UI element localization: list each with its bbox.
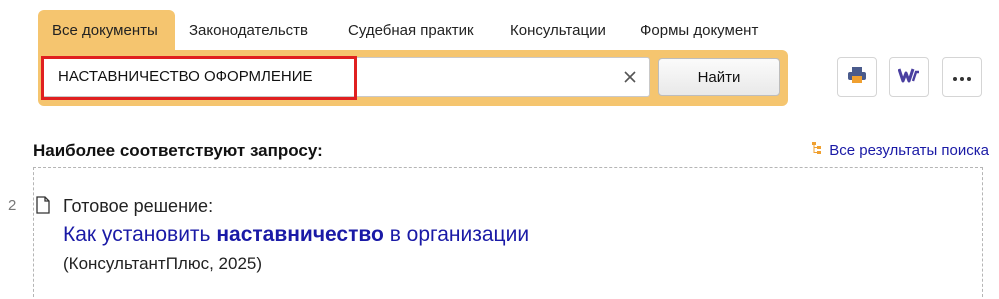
tree-list-icon xyxy=(811,141,825,159)
clear-icon[interactable] xyxy=(619,66,641,88)
tab-legislation[interactable]: Законодательств xyxy=(189,10,327,50)
search-panel: НАСТАВНИЧЕСТВО ОФОРМЛЕНИЕ Найти xyxy=(38,50,788,106)
result-number: 2 xyxy=(8,197,17,214)
result-kind: Готовое решение: xyxy=(63,196,214,216)
word-export-button[interactable] xyxy=(889,57,929,97)
tab-court-practice[interactable]: Судебная практик xyxy=(348,10,496,50)
print-button[interactable] xyxy=(837,57,877,97)
tab-all-documents[interactable]: Все документы xyxy=(38,10,175,50)
tab-consultations[interactable]: Консультации xyxy=(510,10,620,50)
all-results-label: Все результаты поиска xyxy=(829,141,989,159)
find-button[interactable]: Найти xyxy=(658,58,780,96)
result-title-link[interactable]: Как установить наставничество в организа… xyxy=(63,223,529,247)
word-export-icon xyxy=(897,67,920,88)
query-highlight-frame xyxy=(41,56,357,100)
result-title-keyword: наставничество xyxy=(216,223,384,246)
result-source: (КонсультантПлюс, 2025) xyxy=(63,254,263,273)
result-title-start: Как установить xyxy=(63,223,217,246)
more-button[interactable] xyxy=(942,57,982,97)
search-input[interactable]: НАСТАВНИЧЕСТВО ОФОРМЛЕНИЕ xyxy=(41,56,650,100)
document-icon xyxy=(36,196,50,219)
results-heading: Наиболее соответствуют запросу: xyxy=(33,141,323,160)
more-dots-icon xyxy=(953,68,971,86)
result-title-end: в организации xyxy=(383,223,530,246)
all-results-link[interactable]: Все результаты поиска xyxy=(811,141,989,159)
tab-document-forms[interactable]: Формы документ xyxy=(640,10,770,50)
printer-icon xyxy=(847,66,867,89)
